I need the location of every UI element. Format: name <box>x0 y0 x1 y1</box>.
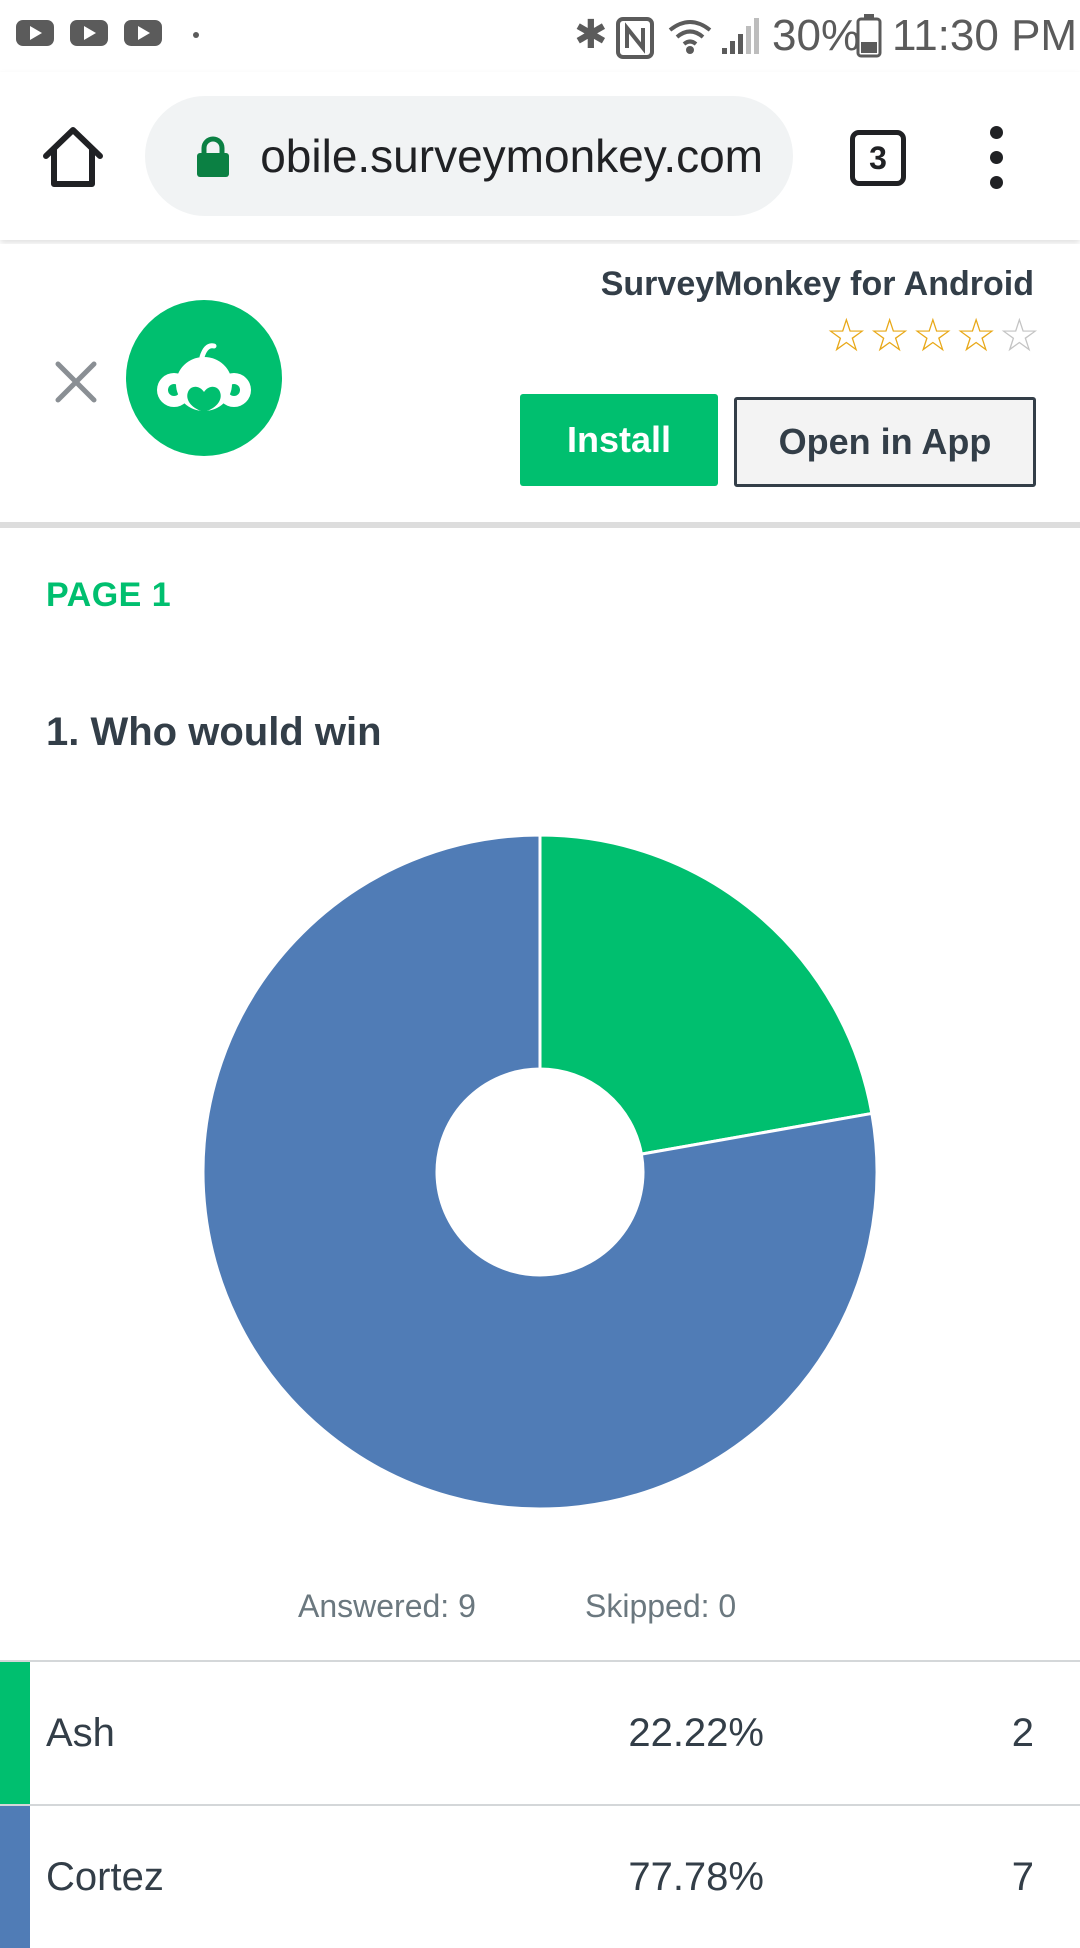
bluetooth-icon: ✱ <box>574 13 608 57</box>
donut-chart <box>0 820 1080 1520</box>
open-in-app-button[interactable]: Open in App <box>734 397 1036 487</box>
answer-count: 2 <box>1011 1711 1034 1755</box>
surveymonkey-logo <box>126 300 282 456</box>
tab-switcher-button[interactable]: 3 <box>850 130 906 186</box>
star-empty-icon: ☆ <box>998 309 1040 361</box>
home-icon[interactable] <box>38 122 108 192</box>
skipped-count: Skipped: 0 <box>585 1588 737 1624</box>
answer-percent: 22.22% <box>628 1711 764 1755</box>
url-text[interactable]: mobile.surveymonkey.com <box>260 126 763 186</box>
youtube-icon <box>16 20 54 46</box>
app-install-banner: SurveyMonkey for Android ☆☆☆☆☆ Install O… <box>0 244 1080 522</box>
page-label: PAGE 1 <box>46 576 172 614</box>
install-button[interactable]: Install <box>520 394 718 486</box>
answered-count: Answered: 9 <box>298 1588 476 1624</box>
star-filled-icon: ☆ <box>869 309 911 361</box>
table-row: Cortez 77.78% 7 <box>0 1804 1080 1948</box>
star-filled-icon: ☆ <box>955 309 997 361</box>
clock: 11:30 PM <box>892 11 1078 60</box>
answer-label: Cortez <box>46 1855 164 1899</box>
answer-label: Ash <box>46 1711 115 1755</box>
series-color-swatch <box>0 1806 30 1948</box>
overflow-menu-icon[interactable] <box>984 126 1008 190</box>
series-color-swatch <box>0 1662 30 1804</box>
address-bar[interactable]: mobile.surveymonkey.com <box>145 96 793 216</box>
battery-icon <box>856 14 882 58</box>
browser-toolbar: mobile.surveymonkey.com 3 <box>0 72 1080 240</box>
app-title: SurveyMonkey for Android <box>600 265 1034 303</box>
nfc-icon <box>616 17 654 59</box>
app-rating-stars: ☆☆☆☆☆ <box>824 310 1040 360</box>
question-title: 1. Who would win <box>46 710 382 754</box>
more-notifications-icon <box>193 32 199 38</box>
answer-percent: 77.78% <box>628 1855 764 1899</box>
status-bar: ✱ 30% 11:30 PM <box>0 0 1080 72</box>
divider <box>0 522 1080 528</box>
results-table: Ash 22.22% 2 Cortez 77.78% 7 <box>0 1660 1080 1948</box>
answer-count: 7 <box>1011 1855 1034 1899</box>
wifi-icon <box>668 20 712 54</box>
donut-slice-ash <box>538 833 874 1156</box>
star-filled-icon: ☆ <box>912 309 954 361</box>
table-row: Ash 22.22% 2 <box>0 1660 1080 1804</box>
close-icon[interactable] <box>48 354 104 410</box>
battery-percent: 30% <box>772 11 861 60</box>
youtube-icon <box>124 20 162 46</box>
lock-icon <box>197 136 229 177</box>
star-filled-icon: ☆ <box>825 309 867 361</box>
signal-icon <box>722 18 759 54</box>
youtube-icon <box>70 20 108 46</box>
